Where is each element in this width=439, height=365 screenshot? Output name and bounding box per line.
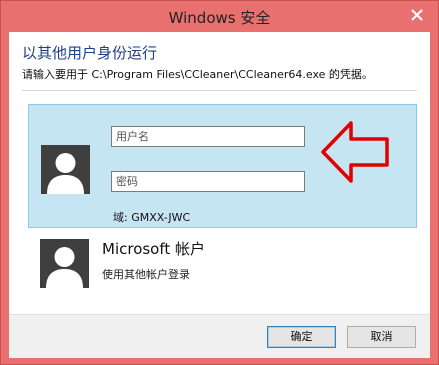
dialog-content: 以其他用户身份运行 请输入要用于 C:\Program Files\CClean… — [9, 32, 430, 358]
title-bar[interactable]: Windows 安全 — [1, 1, 438, 32]
dialog-footer: 确定 取消 — [9, 314, 430, 358]
microsoft-account-subtitle: 使用其他帐户登录 — [102, 268, 190, 281]
microsoft-account-title[interactable]: Microsoft 帐户 — [102, 238, 205, 259]
user-avatar-icon — [41, 145, 90, 194]
dialog-heading: 以其他用户身份运行 — [22, 44, 158, 62]
ok-button[interactable]: 确定 — [267, 326, 336, 348]
cancel-button[interactable]: 取消 — [347, 326, 416, 348]
red-arrow-annotation — [319, 119, 391, 189]
dialog-subtitle: 请输入要用于 C:\Program Files\CCleaner\CCleane… — [22, 68, 373, 81]
microsoft-account-avatar-icon[interactable] — [40, 239, 89, 288]
close-button[interactable] — [406, 4, 428, 26]
domain-label: 域: GMXX-JWC — [113, 211, 191, 224]
divider — [22, 90, 417, 91]
username-input[interactable]: 用户名 — [111, 126, 305, 147]
security-dialog-window: Windows 安全 以其他用户身份运行 请输入要用于 C:\Program F… — [0, 0, 439, 365]
password-input[interactable]: 密码 — [111, 171, 305, 192]
window-title: Windows 安全 — [168, 9, 271, 27]
close-icon — [411, 9, 423, 21]
